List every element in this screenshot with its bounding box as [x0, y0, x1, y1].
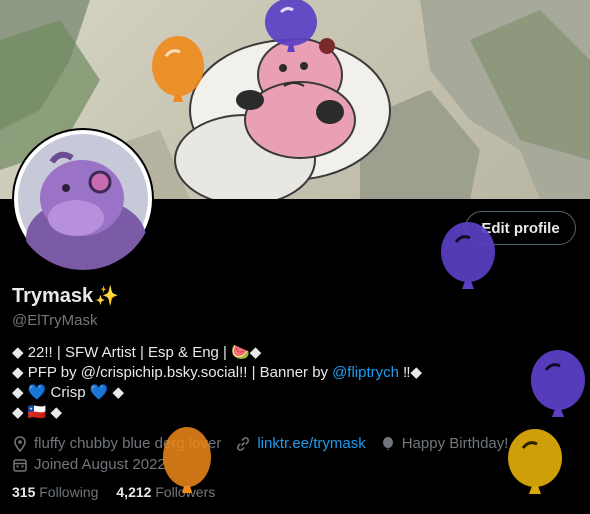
- website-link[interactable]: linktr.ee/trymask: [257, 435, 365, 452]
- balloon-decoration: [152, 36, 204, 102]
- location-icon: [14, 435, 26, 452]
- bio: ◆ 22!! | SFW Artist | Esp & Eng | 🍉◆ ◆ P…: [12, 343, 422, 423]
- balloon-icon: [382, 436, 393, 450]
- birthday-text: Happy Birthday!: [401, 435, 509, 452]
- bio-line: ◆ 22!! | SFW Artist | Esp & Eng | 🍉◆: [12, 344, 262, 361]
- balloon-decoration: [531, 350, 585, 417]
- sparkle-icon: ✨: [95, 286, 119, 307]
- bio-line: ◆ 🇨🇱 ◆: [12, 404, 63, 421]
- profile-meta-row: Joined August 2022: [12, 456, 166, 473]
- calendar-icon: [13, 458, 27, 472]
- joined-text: Joined August 2022: [34, 456, 166, 473]
- balloon-decoration: [441, 222, 495, 289]
- following-link[interactable]: 315 Following: [12, 484, 98, 500]
- bio-text: ‼◆: [402, 364, 423, 381]
- display-name: Trymask ✨: [12, 284, 119, 308]
- balloon-decoration: [508, 429, 562, 494]
- following-label: Following: [39, 484, 99, 500]
- following-count: 315: [12, 484, 36, 500]
- banner-artist-link[interactable]: @fliptrych: [332, 363, 399, 383]
- balloon-decoration: [265, 0, 317, 52]
- user-handle: @ElTryMask: [12, 312, 98, 329]
- profile-meta-row: fluffy chubby blue derg lover linktr.ee/…: [12, 435, 508, 452]
- avatar[interactable]: [12, 128, 154, 270]
- bio-line: ◆ PFP by @/crispichip.bsky.social!! | Ba…: [12, 363, 422, 383]
- bio-line: ◆ 💙 Crisp 💙 ◆: [12, 384, 125, 401]
- balloon-decoration: [163, 427, 211, 493]
- followers-count: 4,212: [116, 484, 152, 500]
- display-name-text: Trymask: [12, 284, 94, 307]
- link-icon: [237, 436, 250, 451]
- avatar-image: [14, 130, 152, 270]
- bio-text: ◆ PFP by @/crispichip.bsky.social!! | Ba…: [12, 364, 329, 381]
